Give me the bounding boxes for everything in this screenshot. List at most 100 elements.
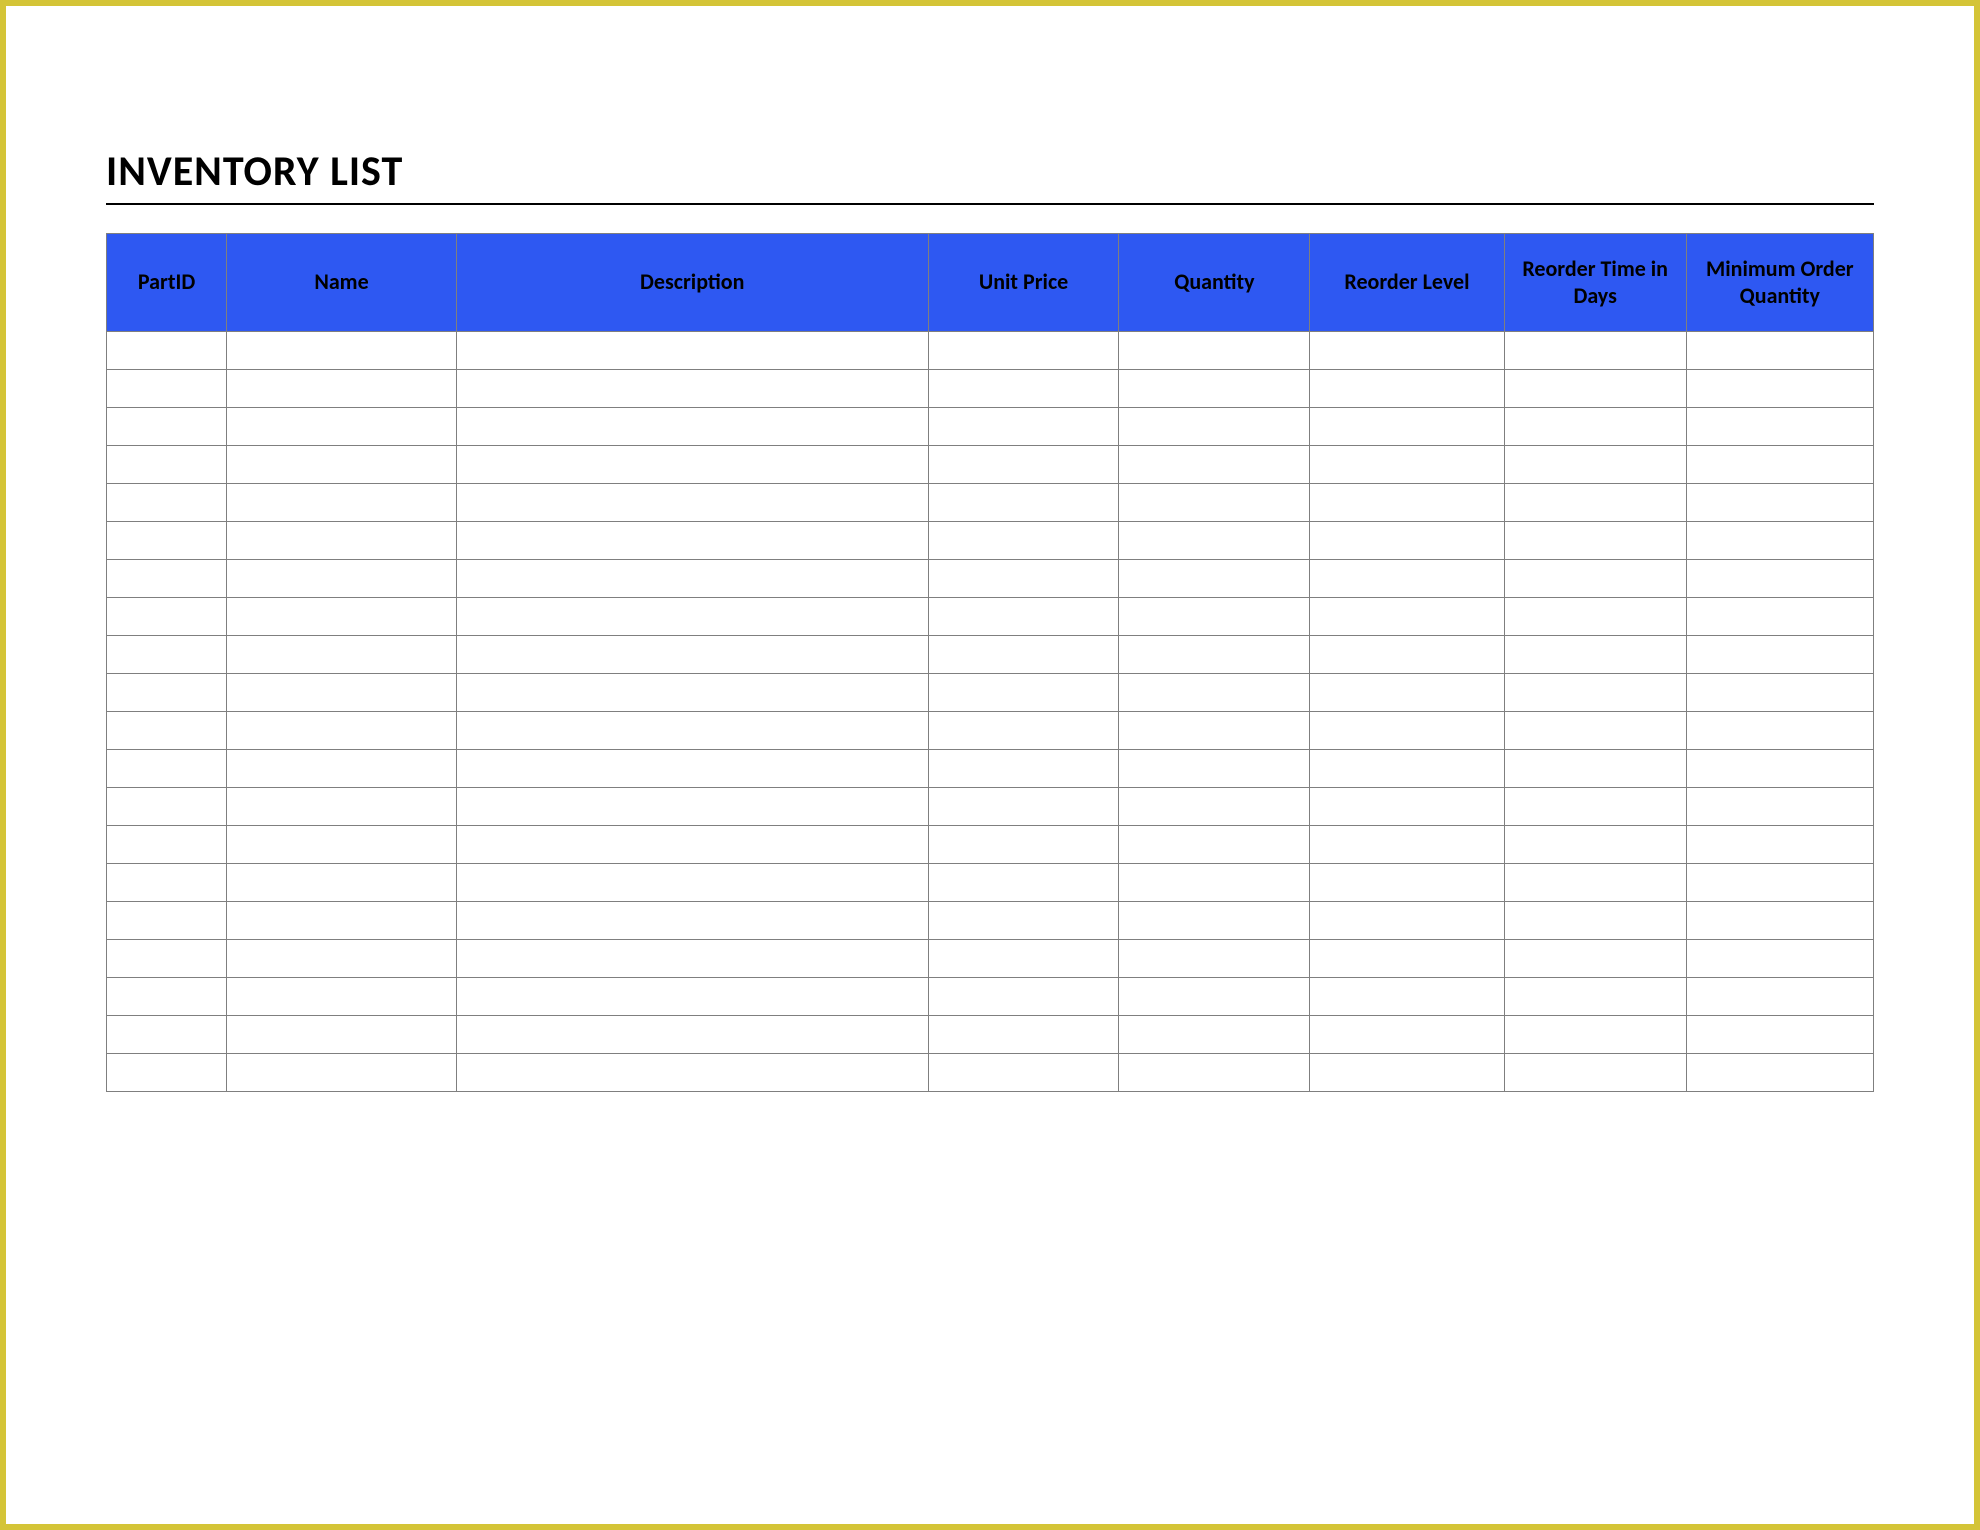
cell-minqty[interactable] — [1686, 522, 1873, 560]
cell-qty[interactable] — [1119, 712, 1310, 750]
cell-minqty[interactable] — [1686, 370, 1873, 408]
cell-price[interactable] — [928, 484, 1119, 522]
cell-qty[interactable] — [1119, 902, 1310, 940]
cell-desc[interactable] — [456, 598, 928, 636]
cell-minqty[interactable] — [1686, 864, 1873, 902]
cell-days[interactable] — [1504, 712, 1686, 750]
cell-qty[interactable] — [1119, 598, 1310, 636]
cell-price[interactable] — [928, 674, 1119, 712]
cell-partid[interactable] — [107, 674, 227, 712]
cell-partid[interactable] — [107, 864, 227, 902]
cell-days[interactable] — [1504, 902, 1686, 940]
cell-days[interactable] — [1504, 750, 1686, 788]
cell-partid[interactable] — [107, 560, 227, 598]
cell-name[interactable] — [227, 332, 457, 370]
cell-reorder[interactable] — [1310, 940, 1504, 978]
cell-reorder[interactable] — [1310, 750, 1504, 788]
cell-minqty[interactable] — [1686, 332, 1873, 370]
cell-minqty[interactable] — [1686, 560, 1873, 598]
cell-desc[interactable] — [456, 826, 928, 864]
cell-days[interactable] — [1504, 522, 1686, 560]
cell-name[interactable] — [227, 902, 457, 940]
cell-price[interactable] — [928, 1016, 1119, 1054]
cell-name[interactable] — [227, 826, 457, 864]
cell-minqty[interactable] — [1686, 1016, 1873, 1054]
cell-reorder[interactable] — [1310, 826, 1504, 864]
cell-price[interactable] — [928, 370, 1119, 408]
cell-qty[interactable] — [1119, 864, 1310, 902]
cell-days[interactable] — [1504, 826, 1686, 864]
cell-price[interactable] — [928, 826, 1119, 864]
cell-minqty[interactable] — [1686, 598, 1873, 636]
cell-qty[interactable] — [1119, 370, 1310, 408]
cell-days[interactable] — [1504, 636, 1686, 674]
cell-reorder[interactable] — [1310, 788, 1504, 826]
cell-qty[interactable] — [1119, 826, 1310, 864]
cell-qty[interactable] — [1119, 446, 1310, 484]
cell-partid[interactable] — [107, 788, 227, 826]
cell-desc[interactable] — [456, 636, 928, 674]
cell-price[interactable] — [928, 978, 1119, 1016]
cell-days[interactable] — [1504, 940, 1686, 978]
cell-qty[interactable] — [1119, 1016, 1310, 1054]
cell-days[interactable] — [1504, 446, 1686, 484]
cell-name[interactable] — [227, 674, 457, 712]
cell-name[interactable] — [227, 940, 457, 978]
cell-partid[interactable] — [107, 408, 227, 446]
cell-reorder[interactable] — [1310, 864, 1504, 902]
cell-qty[interactable] — [1119, 522, 1310, 560]
cell-name[interactable] — [227, 446, 457, 484]
cell-price[interactable] — [928, 864, 1119, 902]
cell-partid[interactable] — [107, 826, 227, 864]
cell-days[interactable] — [1504, 978, 1686, 1016]
cell-minqty[interactable] — [1686, 484, 1873, 522]
cell-desc[interactable] — [456, 978, 928, 1016]
cell-desc[interactable] — [456, 674, 928, 712]
cell-minqty[interactable] — [1686, 408, 1873, 446]
cell-qty[interactable] — [1119, 408, 1310, 446]
cell-desc[interactable] — [456, 332, 928, 370]
cell-days[interactable] — [1504, 1054, 1686, 1092]
cell-qty[interactable] — [1119, 750, 1310, 788]
cell-qty[interactable] — [1119, 674, 1310, 712]
cell-partid[interactable] — [107, 1054, 227, 1092]
cell-name[interactable] — [227, 750, 457, 788]
cell-minqty[interactable] — [1686, 902, 1873, 940]
cell-price[interactable] — [928, 788, 1119, 826]
cell-name[interactable] — [227, 1016, 457, 1054]
cell-days[interactable] — [1504, 370, 1686, 408]
cell-name[interactable] — [227, 370, 457, 408]
cell-reorder[interactable] — [1310, 712, 1504, 750]
cell-name[interactable] — [227, 522, 457, 560]
cell-desc[interactable] — [456, 712, 928, 750]
cell-name[interactable] — [227, 636, 457, 674]
cell-name[interactable] — [227, 560, 457, 598]
cell-minqty[interactable] — [1686, 750, 1873, 788]
cell-days[interactable] — [1504, 1016, 1686, 1054]
cell-partid[interactable] — [107, 978, 227, 1016]
cell-qty[interactable] — [1119, 940, 1310, 978]
cell-price[interactable] — [928, 902, 1119, 940]
cell-reorder[interactable] — [1310, 446, 1504, 484]
cell-reorder[interactable] — [1310, 522, 1504, 560]
cell-price[interactable] — [928, 940, 1119, 978]
cell-reorder[interactable] — [1310, 370, 1504, 408]
cell-desc[interactable] — [456, 522, 928, 560]
cell-name[interactable] — [227, 864, 457, 902]
cell-minqty[interactable] — [1686, 1054, 1873, 1092]
cell-partid[interactable] — [107, 522, 227, 560]
cell-desc[interactable] — [456, 750, 928, 788]
cell-days[interactable] — [1504, 332, 1686, 370]
cell-price[interactable] — [928, 560, 1119, 598]
cell-name[interactable] — [227, 1054, 457, 1092]
cell-days[interactable] — [1504, 674, 1686, 712]
cell-desc[interactable] — [456, 408, 928, 446]
cell-name[interactable] — [227, 978, 457, 1016]
cell-reorder[interactable] — [1310, 1054, 1504, 1092]
cell-reorder[interactable] — [1310, 636, 1504, 674]
cell-price[interactable] — [928, 750, 1119, 788]
cell-minqty[interactable] — [1686, 940, 1873, 978]
cell-qty[interactable] — [1119, 1054, 1310, 1092]
cell-minqty[interactable] — [1686, 446, 1873, 484]
cell-days[interactable] — [1504, 484, 1686, 522]
